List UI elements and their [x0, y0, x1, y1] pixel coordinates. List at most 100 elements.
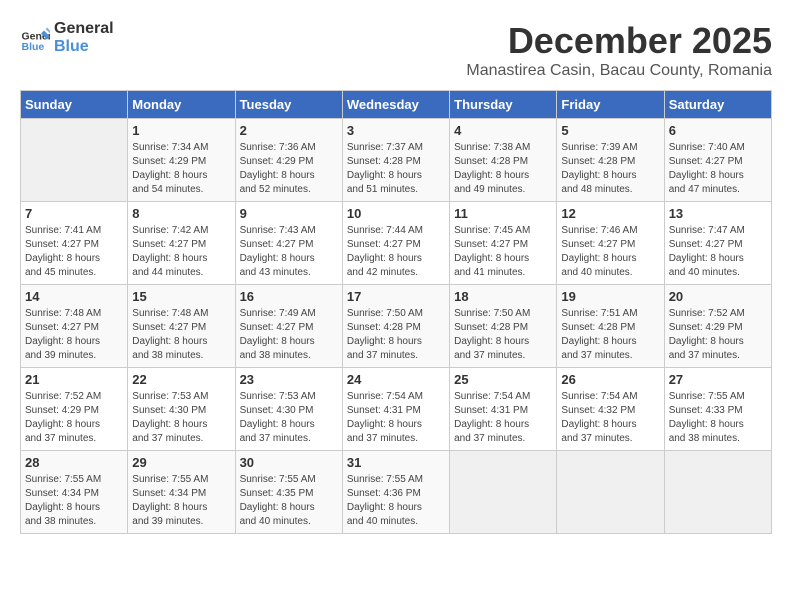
calendar-cell: 17 Sunrise: 7:50 AM Sunset: 4:28 PM Dayli… [342, 285, 449, 368]
day-info: Sunrise: 7:48 AM Sunset: 4:27 PM Dayligh… [132, 307, 230, 363]
day-number: 31 [347, 455, 445, 470]
calendar-cell: 10 Sunrise: 7:44 AM Sunset: 4:27 PM Dayli… [342, 202, 449, 285]
weekday-header: Sunday [21, 91, 128, 119]
weekday-header: Friday [557, 91, 664, 119]
calendar-cell: 11 Sunrise: 7:45 AM Sunset: 4:27 PM Dayli… [450, 202, 557, 285]
calendar-week-row: 28 Sunrise: 7:55 AM Sunset: 4:34 PM Dayli… [21, 451, 772, 534]
calendar-cell: 16Sunrise: 7:49 AM Sunset: 4:27 PM Dayli… [235, 285, 342, 368]
day-info: Sunrise: 7:53 AM Sunset: 4:30 PM Dayligh… [132, 390, 230, 446]
weekday-header: Tuesday [235, 91, 342, 119]
calendar-body: 1 Sunrise: 7:34 AM Sunset: 4:29 PM Daylig… [21, 119, 772, 534]
calendar-cell: 29 Sunrise: 7:55 AM Sunset: 4:34 PM Dayli… [128, 451, 235, 534]
weekday-header: Thursday [450, 91, 557, 119]
day-info: Sunrise: 7:54 AM Sunset: 4:32 PM Dayligh… [561, 390, 659, 446]
day-number: 7 [25, 206, 123, 221]
calendar-cell: 7 Sunrise: 7:41 AM Sunset: 4:27 PM Daylig… [21, 202, 128, 285]
day-number: 17 [347, 289, 445, 304]
day-info: Sunrise: 7:51 AM Sunset: 4:28 PM Dayligh… [561, 307, 659, 363]
day-info: Sunrise: 7:34 AM Sunset: 4:29 PM Dayligh… [132, 141, 230, 197]
day-number: 30 [240, 455, 338, 470]
day-number: 12 [561, 206, 659, 221]
day-number: 5 [561, 123, 659, 138]
day-info: Sunrise: 7:55 AM Sunset: 4:34 PM Dayligh… [25, 473, 123, 529]
calendar-cell: 26 Sunrise: 7:54 AM Sunset: 4:32 PM Dayli… [557, 368, 664, 451]
day-info: Sunrise: 7:52 AM Sunset: 4:29 PM Dayligh… [669, 307, 767, 363]
day-number: 25 [454, 372, 552, 387]
day-number: 26 [561, 372, 659, 387]
calendar-cell: 31 Sunrise: 7:55 AM Sunset: 4:36 PM Dayli… [342, 451, 449, 534]
calendar-cell: 28 Sunrise: 7:55 AM Sunset: 4:34 PM Dayli… [21, 451, 128, 534]
calendar-cell: 27 Sunrise: 7:55 AM Sunset: 4:33 PM Dayli… [664, 368, 771, 451]
day-info: Sunrise: 7:52 AM Sunset: 4:29 PM Dayligh… [25, 390, 123, 446]
day-number: 15 [132, 289, 230, 304]
logo-icon: General Blue [20, 23, 50, 53]
svg-text:Blue: Blue [22, 41, 45, 53]
day-number: 27 [669, 372, 767, 387]
day-info: Sunrise: 7:55 AM Sunset: 4:33 PM Dayligh… [669, 390, 767, 446]
calendar-cell [664, 451, 771, 534]
day-number: 1 [132, 123, 230, 138]
day-info: Sunrise: 7:47 AM Sunset: 4:27 PM Dayligh… [669, 224, 767, 280]
day-number: 23 [240, 372, 338, 387]
day-info: Sunrise: 7:50 AM Sunset: 4:28 PM Dayligh… [347, 307, 445, 363]
day-number: 11 [454, 206, 552, 221]
day-number: 21 [25, 372, 123, 387]
day-info: Sunrise: 7:41 AM Sunset: 4:27 PM Dayligh… [25, 224, 123, 280]
day-number: 20 [669, 289, 767, 304]
day-info: Sunrise: 7:44 AM Sunset: 4:27 PM Dayligh… [347, 224, 445, 280]
day-info: Sunrise: 7:45 AM Sunset: 4:27 PM Dayligh… [454, 224, 552, 280]
day-info: Sunrise: 7:54 AM Sunset: 4:31 PM Dayligh… [347, 390, 445, 446]
day-info: Sunrise: 7:36 AM Sunset: 4:29 PM Dayligh… [240, 141, 338, 197]
day-number: 9 [240, 206, 338, 221]
weekday-header: Monday [128, 91, 235, 119]
calendar-cell: 8Sunrise: 7:42 AM Sunset: 4:27 PM Daylig… [128, 202, 235, 285]
day-number: 22 [132, 372, 230, 387]
day-number: 29 [132, 455, 230, 470]
calendar-cell: 25 Sunrise: 7:54 AM Sunset: 4:31 PM Dayli… [450, 368, 557, 451]
day-info: Sunrise: 7:54 AM Sunset: 4:31 PM Dayligh… [454, 390, 552, 446]
day-info: Sunrise: 7:48 AM Sunset: 4:27 PM Dayligh… [25, 307, 123, 363]
calendar-cell: 1 Sunrise: 7:34 AM Sunset: 4:29 PM Daylig… [128, 119, 235, 202]
day-number: 3 [347, 123, 445, 138]
calendar-cell: 21 Sunrise: 7:52 AM Sunset: 4:29 PM Dayli… [21, 368, 128, 451]
calendar-cell [450, 451, 557, 534]
calendar-cell: 3 Sunrise: 7:37 AM Sunset: 4:28 PM Daylig… [342, 119, 449, 202]
day-info: Sunrise: 7:55 AM Sunset: 4:35 PM Dayligh… [240, 473, 338, 529]
weekday-header: Saturday [664, 91, 771, 119]
calendar-week-row: 14 Sunrise: 7:48 AM Sunset: 4:27 PM Dayli… [21, 285, 772, 368]
day-number: 16 [240, 289, 338, 304]
calendar-week-row: 21 Sunrise: 7:52 AM Sunset: 4:29 PM Dayli… [21, 368, 772, 451]
title-area: December 2025 Manastirea Casin, Bacau Co… [466, 20, 772, 80]
calendar-cell: 23Sunrise: 7:53 AM Sunset: 4:30 PM Dayli… [235, 368, 342, 451]
day-number: 2 [240, 123, 338, 138]
calendar-cell: 4 Sunrise: 7:38 AM Sunset: 4:28 PM Daylig… [450, 119, 557, 202]
calendar-cell [21, 119, 128, 202]
calendar-cell: 24 Sunrise: 7:54 AM Sunset: 4:31 PM Dayli… [342, 368, 449, 451]
calendar-cell: 20 Sunrise: 7:52 AM Sunset: 4:29 PM Dayli… [664, 285, 771, 368]
day-info: Sunrise: 7:38 AM Sunset: 4:28 PM Dayligh… [454, 141, 552, 197]
month-title: December 2025 [466, 20, 772, 62]
day-info: Sunrise: 7:39 AM Sunset: 4:28 PM Dayligh… [561, 141, 659, 197]
calendar-cell: 13 Sunrise: 7:47 AM Sunset: 4:27 PM Dayli… [664, 202, 771, 285]
calendar-header-row: SundayMondayTuesdayWednesdayThursdayFrid… [21, 91, 772, 119]
subtitle: Manastirea Casin, Bacau County, Romania [466, 62, 772, 80]
logo: General Blue General Blue [20, 20, 114, 56]
day-info: Sunrise: 7:55 AM Sunset: 4:34 PM Dayligh… [132, 473, 230, 529]
day-number: 19 [561, 289, 659, 304]
day-number: 28 [25, 455, 123, 470]
weekday-header: Wednesday [342, 91, 449, 119]
day-info: Sunrise: 7:55 AM Sunset: 4:36 PM Dayligh… [347, 473, 445, 529]
day-number: 4 [454, 123, 552, 138]
day-info: Sunrise: 7:42 AM Sunset: 4:27 PM Dayligh… [132, 224, 230, 280]
calendar-cell [557, 451, 664, 534]
calendar-cell: 30 Sunrise: 7:55 AM Sunset: 4:35 PM Dayli… [235, 451, 342, 534]
header: General Blue General Blue December 2025 … [20, 20, 772, 80]
day-number: 24 [347, 372, 445, 387]
day-info: Sunrise: 7:46 AM Sunset: 4:27 PM Dayligh… [561, 224, 659, 280]
day-info: Sunrise: 7:37 AM Sunset: 4:28 PM Dayligh… [347, 141, 445, 197]
logo-text: General Blue [54, 20, 114, 56]
day-number: 14 [25, 289, 123, 304]
day-number: 13 [669, 206, 767, 221]
calendar-cell: 15 Sunrise: 7:48 AM Sunset: 4:27 PM Dayli… [128, 285, 235, 368]
day-number: 10 [347, 206, 445, 221]
